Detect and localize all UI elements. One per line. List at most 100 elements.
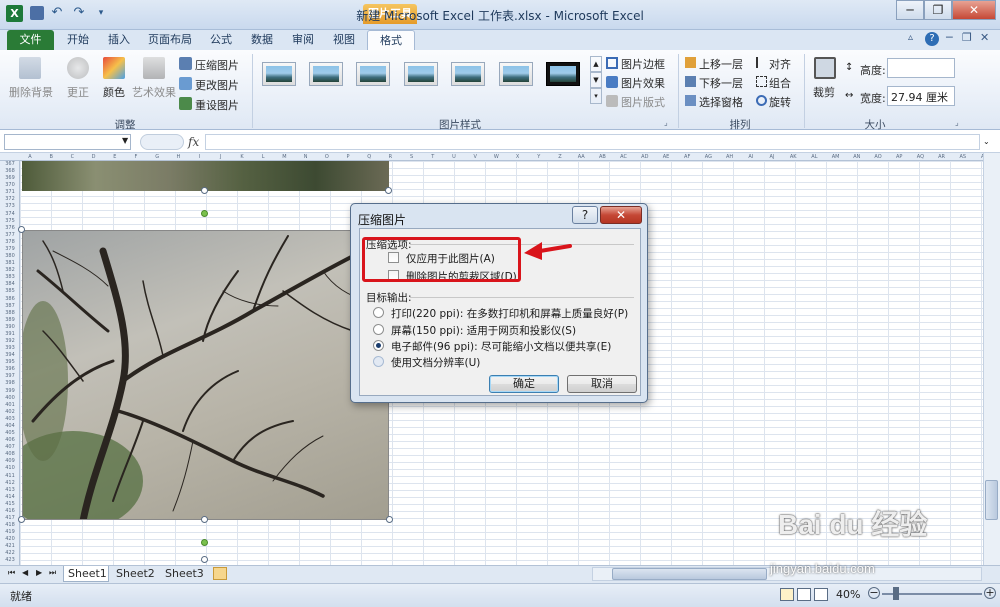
row-header[interactable]: 370 [0, 182, 20, 188]
row-header[interactable]: 404 [0, 423, 20, 429]
column-header[interactable]: K [232, 154, 252, 160]
row-header[interactable]: 395 [0, 359, 20, 365]
row-header[interactable]: 408 [0, 451, 20, 457]
ok-button[interactable]: 确定 [489, 375, 559, 393]
row-header[interactable]: 382 [0, 267, 20, 273]
row-header[interactable]: 367 [0, 161, 20, 167]
column-header[interactable]: J [211, 154, 231, 160]
column-header[interactable]: Q [359, 154, 379, 160]
column-header[interactable]: AI [741, 154, 761, 160]
last-sheet-nav-icon[interactable]: ⏭ [49, 568, 56, 578]
row-header[interactable]: 379 [0, 246, 20, 252]
picture-border-button[interactable]: 图片边框 [621, 56, 665, 72]
corrections-button[interactable]: 更正 [67, 84, 89, 100]
group-button[interactable]: 组合 [769, 75, 791, 91]
formula-bar-expand-icon[interactable]: ⌄ [983, 137, 990, 146]
column-header[interactable]: N [296, 154, 316, 160]
gallery-scroll-down-icon[interactable]: ▼ [590, 72, 602, 88]
column-header[interactable]: P [338, 154, 358, 160]
gallery-scroll-up-icon[interactable]: ▲ [590, 56, 602, 72]
row-header[interactable]: 381 [0, 260, 20, 266]
column-header[interactable]: AQ [910, 154, 930, 160]
picture-style-3[interactable] [356, 62, 390, 86]
tab-file[interactable]: 文件 [7, 30, 54, 50]
column-header[interactable]: E [105, 154, 125, 160]
next-sheet-nav-icon[interactable]: ▶ [36, 568, 42, 577]
insert-function-icon[interactable]: fx [188, 135, 199, 149]
crop-button[interactable]: 裁剪 [813, 84, 835, 100]
resize-handle[interactable] [18, 516, 25, 523]
column-header[interactable]: AJ [762, 154, 782, 160]
column-header[interactable]: S [402, 154, 422, 160]
sheet-tab[interactable]: Sheet3 [163, 566, 209, 582]
column-header[interactable]: AH [720, 154, 740, 160]
tab-format[interactable]: 格式 [367, 30, 415, 50]
sheet-tab[interactable]: Sheet1 [63, 566, 109, 582]
row-header[interactable]: 376 [0, 225, 20, 231]
row-header[interactable]: 401 [0, 402, 20, 408]
size-dialog-launcher-icon[interactable]: ⌟ [955, 118, 959, 127]
column-header[interactable]: Z [550, 154, 570, 160]
column-header[interactable]: O [317, 154, 337, 160]
rotate-button[interactable]: 旋转 [769, 94, 791, 110]
formula-expand-icon[interactable] [140, 134, 184, 150]
column-header[interactable]: AO [868, 154, 888, 160]
name-box-dropdown-icon[interactable]: ▼ [122, 136, 128, 145]
column-header[interactable]: L [253, 154, 273, 160]
column-header[interactable]: G [147, 154, 167, 160]
dialog-close-button[interactable]: ✕ [600, 206, 642, 224]
row-header[interactable]: 400 [0, 395, 20, 401]
column-header[interactable]: F [126, 154, 146, 160]
column-header[interactable]: M [274, 154, 294, 160]
row-header[interactable]: 418 [0, 522, 20, 528]
page-break-view-icon[interactable] [814, 588, 828, 601]
tab-insert[interactable]: 插入 [99, 30, 139, 50]
page-layout-view-icon[interactable] [797, 588, 811, 601]
column-header[interactable]: A [20, 154, 40, 160]
tab-view[interactable]: 视图 [324, 30, 364, 50]
column-header[interactable]: U [444, 154, 464, 160]
screen-radio[interactable] [373, 324, 384, 335]
row-header[interactable]: 391 [0, 331, 20, 337]
row-header[interactable]: 417 [0, 515, 20, 521]
ribbon-minimize-icon[interactable]: ▵ [908, 32, 913, 43]
row-header[interactable]: 371 [0, 189, 20, 195]
zoom-level[interactable]: 40% [836, 588, 860, 601]
rotation-handle-icon[interactable] [201, 539, 208, 546]
picture-style-6[interactable] [499, 62, 533, 86]
column-header[interactable]: B [41, 154, 61, 160]
cancel-button[interactable]: 取消 [567, 375, 637, 393]
row-header[interactable]: 369 [0, 175, 20, 181]
color-button[interactable]: 颜色 [103, 84, 125, 100]
row-header[interactable]: 420 [0, 536, 20, 542]
row-header[interactable]: 389 [0, 317, 20, 323]
row-header[interactable]: 407 [0, 444, 20, 450]
row-header[interactable]: 399 [0, 388, 20, 394]
resize-handle[interactable] [201, 516, 208, 523]
height-field[interactable] [887, 58, 955, 78]
row-header[interactable]: 402 [0, 409, 20, 415]
gallery-more-icon[interactable]: ▾ [590, 88, 602, 104]
rotation-handle-icon[interactable] [201, 210, 208, 217]
row-header[interactable]: 388 [0, 310, 20, 316]
row-header[interactable]: 394 [0, 352, 20, 358]
name-box[interactable] [4, 134, 131, 150]
column-header[interactable]: X [508, 154, 528, 160]
insert-sheet-icon[interactable] [213, 567, 227, 580]
row-header[interactable]: 374 [0, 211, 20, 217]
normal-view-icon[interactable] [780, 588, 794, 601]
row-header[interactable]: 412 [0, 480, 20, 486]
align-button[interactable]: 对齐 [769, 56, 791, 72]
tab-home[interactable]: 开始 [58, 30, 98, 50]
column-header[interactable]: V [465, 154, 485, 160]
dialog-help-button[interactable]: ? [572, 206, 598, 224]
document-resolution-radio[interactable] [373, 356, 384, 367]
column-header[interactable]: AN [847, 154, 867, 160]
column-header[interactable]: AL [804, 154, 824, 160]
column-header[interactable]: C [62, 154, 82, 160]
column-header[interactable]: AM [826, 154, 846, 160]
row-header[interactable]: 375 [0, 218, 20, 224]
column-header[interactable]: AP [889, 154, 909, 160]
picture-style-2[interactable] [309, 62, 343, 86]
column-header[interactable]: AG [698, 154, 718, 160]
